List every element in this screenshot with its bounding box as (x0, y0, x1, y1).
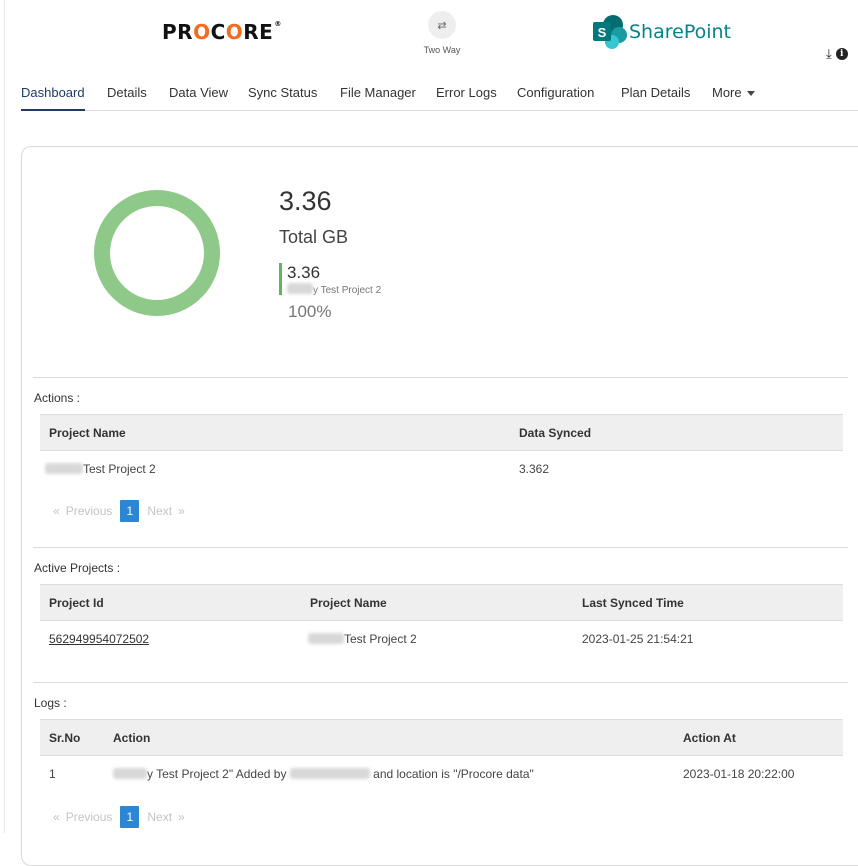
last-page-icon: » (178, 810, 185, 824)
tab-more[interactable]: More (712, 85, 755, 111)
legend-value: 3.36 (287, 263, 321, 282)
table-row: 1 y Test Project 2" Added by and locatio… (40, 756, 843, 793)
table-row: 562949954072502 Test Project 2 2023-01-2… (40, 621, 843, 658)
column-header-last-synced-time: Last Synced Time (582, 596, 684, 610)
sharepoint-logo-icon: S (593, 15, 627, 49)
project-name-cell: Test Project 2 (45, 462, 156, 476)
download-icon[interactable]: ⤓ (826, 47, 832, 61)
tab-file-manager[interactable]: File Manager (340, 85, 416, 111)
action-at-cell: 2023-01-18 20:22:00 (683, 767, 795, 781)
data-synced-cell: 3.362 (519, 462, 550, 476)
active-projects-table-header: Project Id Project Name Last Synced Time (40, 584, 843, 621)
previous-page-button[interactable]: Previous (66, 810, 113, 824)
donut-slice (94, 190, 220, 316)
column-header-action-at: Action At (683, 731, 736, 745)
page-number-button[interactable]: 1 (120, 500, 140, 522)
column-header-project-name: Project Name (49, 426, 126, 440)
first-page-icon: « (53, 810, 60, 824)
last-synced-cell: 2023-01-25 21:54:21 (582, 632, 694, 646)
page-left-border (4, 0, 5, 833)
storage-donut-chart (94, 190, 220, 316)
tab-plan-details[interactable]: Plan Details (621, 85, 690, 111)
total-storage-unit: Total GB (279, 227, 349, 247)
procore-logo: PROCORE® (162, 20, 282, 44)
column-header-data-synced: Data Synced (519, 426, 592, 440)
section-divider (33, 547, 848, 548)
tab-configuration[interactable]: Configuration (517, 85, 594, 111)
column-header-sr-no: Sr.No (49, 731, 81, 745)
action-cell: y Test Project 2" Added by and location … (113, 767, 534, 781)
logs-section-title: Logs : (34, 696, 67, 710)
sync-direction-button[interactable]: ⇄ (428, 11, 456, 39)
column-header-project-id: Project Id (49, 596, 104, 610)
project-id-cell: 562949954072502 (49, 632, 149, 646)
actions-section-title: Actions : (34, 391, 81, 405)
logs-table-header: Sr.No Action Action At (40, 719, 843, 756)
tab-data-view[interactable]: Data View (169, 85, 228, 111)
page-number-button[interactable]: 1 (120, 806, 140, 828)
project-name-cell: Test Project 2 (308, 632, 417, 646)
info-icon[interactable]: i (835, 48, 848, 60)
tab-details[interactable]: Details (107, 85, 147, 111)
tab-sync-status[interactable]: Sync Status (248, 85, 317, 111)
project-id-link[interactable]: 562949954072502 (49, 632, 149, 646)
logs-pagination: « Previous 1 Next » (47, 806, 191, 828)
first-page-icon: « (53, 504, 60, 518)
svg-text:S: S (598, 25, 607, 40)
section-divider (33, 682, 848, 683)
chevron-down-icon (746, 91, 755, 97)
tab-dashboard[interactable]: Dashboard (21, 85, 85, 111)
previous-page-button[interactable]: Previous (66, 504, 113, 518)
section-divider (33, 377, 848, 378)
legend-project-name: y Test Project 2 (287, 283, 381, 296)
sync-direction-label: Two Way (423, 45, 461, 55)
sr-no-cell: 1 (49, 767, 56, 781)
legend-percent: 100% (288, 302, 332, 321)
sharepoint-logo-text: SharePoint (629, 21, 732, 43)
actions-pagination: « Previous 1 Next » (47, 500, 191, 522)
legend-color-bar (279, 263, 282, 295)
total-storage-value: 3.36 (279, 186, 332, 216)
tab-more-label: More (712, 85, 742, 100)
header-actions: ⤓ i (826, 47, 848, 61)
next-page-button[interactable]: Next (147, 504, 172, 518)
table-row: Test Project 2 3.362 (40, 451, 843, 488)
column-header-project-name: Project Name (310, 596, 387, 610)
tab-error-logs[interactable]: Error Logs (436, 85, 497, 111)
actions-table-header: Project Name Data Synced (40, 414, 843, 451)
next-page-button[interactable]: Next (147, 810, 172, 824)
active-projects-section-title: Active Projects : (34, 561, 121, 575)
arrows-swap-icon: ⇄ (437, 19, 447, 32)
tab-bar: Dashboard Details Data View Sync Status … (21, 85, 858, 111)
last-page-icon: » (178, 504, 185, 518)
column-header-action: Action (113, 731, 151, 745)
